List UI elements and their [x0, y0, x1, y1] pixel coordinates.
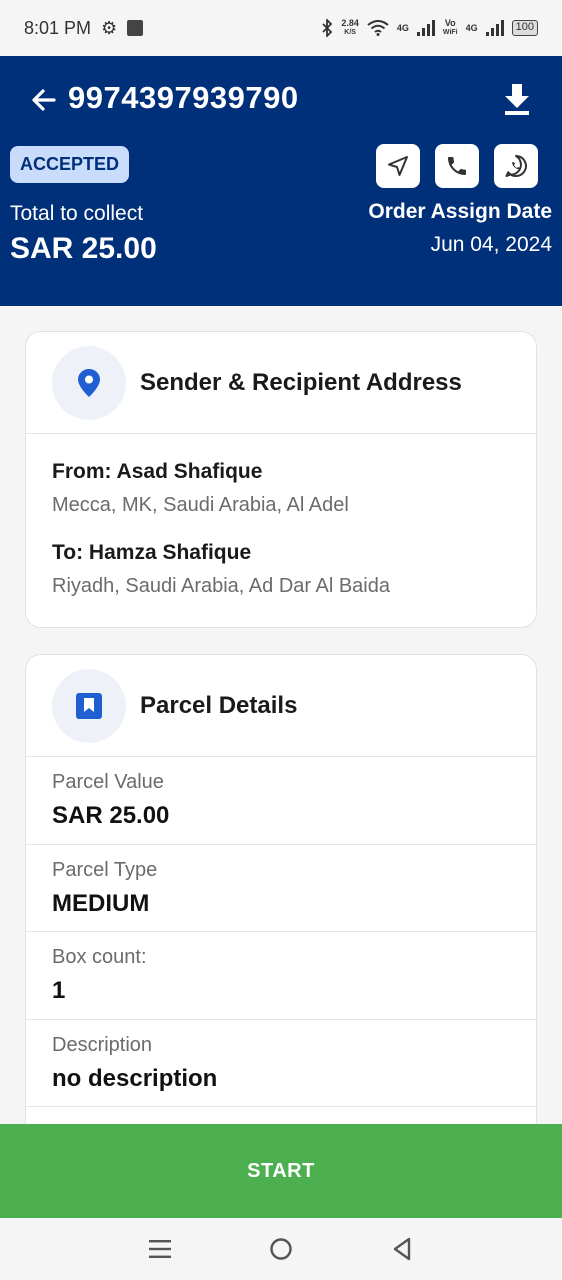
address-card-header: Sender & Recipient Address — [26, 332, 536, 434]
navigation-arrow-icon — [388, 156, 408, 176]
download-icon[interactable] — [502, 82, 532, 116]
sender-block: From: Asad Shafique Mecca, MK, Saudi Ara… — [26, 460, 536, 517]
start-button[interactable]: START — [0, 1124, 562, 1218]
system-nav-bar — [0, 1218, 562, 1280]
status-badge: ACCEPTED — [10, 146, 130, 183]
back-arrow-icon[interactable] — [28, 84, 60, 116]
volte-top: Vo — [444, 18, 456, 28]
net-speed: 2.84 K/S — [341, 18, 359, 38]
parcel-type-label: Parcel Type — [52, 858, 158, 881]
address-card-title: Sender & Recipient Address — [140, 368, 462, 396]
status-bar: 8:01 PM ⚙ 2.84 K/S 4G Vo WiFi 4G 100 — [0, 0, 562, 56]
sender-name: From: Asad Shafique — [52, 460, 263, 483]
box-count-value: 1 — [52, 977, 66, 1004]
recipient-block: To: Hamza Shafique Riyadh, Saudi Arabia,… — [26, 541, 536, 598]
status-time: 8:01 PM — [24, 17, 92, 38]
settings-icon: ⚙ — [101, 17, 118, 38]
phone-icon — [448, 157, 466, 175]
parcel-card: Parcel Details Parcel Value SAR 25.00 Pa… — [25, 654, 537, 1174]
recipient-address: Riyadh, Saudi Arabia, Ad Dar Al Baida — [52, 575, 390, 597]
address-card: Sender & Recipient Address From: Asad Sh… — [25, 331, 537, 628]
box-count-row: Box count: 1 — [26, 932, 536, 1020]
assign-date-label: Order Assign Date — [368, 200, 552, 223]
recents-button[interactable] — [145, 1234, 175, 1264]
description-value: no description — [52, 1064, 218, 1092]
volte-indicator: Vo WiFi — [443, 18, 458, 38]
bookmark-icon — [52, 668, 126, 743]
whatsapp-icon — [505, 155, 527, 177]
collect-amount: SAR 25.00 — [10, 232, 157, 265]
network-type-1: 4G — [396, 22, 409, 33]
parcel-value-row: Parcel Value SAR 25.00 — [26, 757, 536, 845]
parcel-value-label: Parcel Value — [52, 771, 164, 793]
collect-label: Total to collect — [10, 202, 144, 225]
signal-icon-2 — [485, 20, 504, 36]
home-button[interactable] — [266, 1234, 296, 1264]
parcel-value: SAR 25.00 — [52, 802, 170, 829]
signal-icon-1 — [416, 20, 435, 36]
bluetooth-icon — [322, 19, 333, 37]
order-header: 9974397939790 ACCEPTED Total to collect … — [0, 56, 562, 306]
call-button[interactable] — [435, 144, 479, 188]
sender-address: Mecca, MK, Saudi Arabia, Al Adel — [52, 494, 349, 516]
quick-actions — [376, 144, 538, 188]
menu-lines-icon — [149, 1240, 172, 1258]
parcel-card-title: Parcel Details — [140, 691, 298, 719]
assign-date-value: Jun 04, 2024 — [430, 233, 552, 256]
navigate-button[interactable] — [376, 144, 420, 188]
location-pin-icon — [52, 345, 126, 420]
net-speed-value: 2.84 — [341, 18, 359, 28]
recipient-name: To: Hamza Shafique — [52, 541, 252, 564]
description-row: Description no description — [26, 1020, 536, 1107]
order-id-title: 9974397939790 — [68, 80, 299, 115]
parcel-card-header: Parcel Details — [26, 655, 536, 757]
wifi-icon — [367, 20, 389, 36]
box-count-label: Box count: — [52, 946, 147, 968]
back-triangle-icon — [393, 1237, 410, 1261]
back-button[interactable] — [387, 1234, 417, 1264]
net-speed-unit: K/S — [344, 29, 356, 36]
notification-icon — [127, 20, 144, 36]
network-type-2: 4G — [465, 22, 478, 33]
home-circle-icon — [270, 1238, 292, 1260]
parcel-type-row: Parcel Type MEDIUM — [26, 845, 536, 932]
battery-icon: 100 — [511, 20, 538, 36]
description-label: Description — [52, 1033, 153, 1056]
whatsapp-button[interactable] — [494, 144, 538, 188]
volte-bottom: WiFi — [442, 29, 458, 36]
parcel-type-value: MEDIUM — [52, 889, 150, 917]
